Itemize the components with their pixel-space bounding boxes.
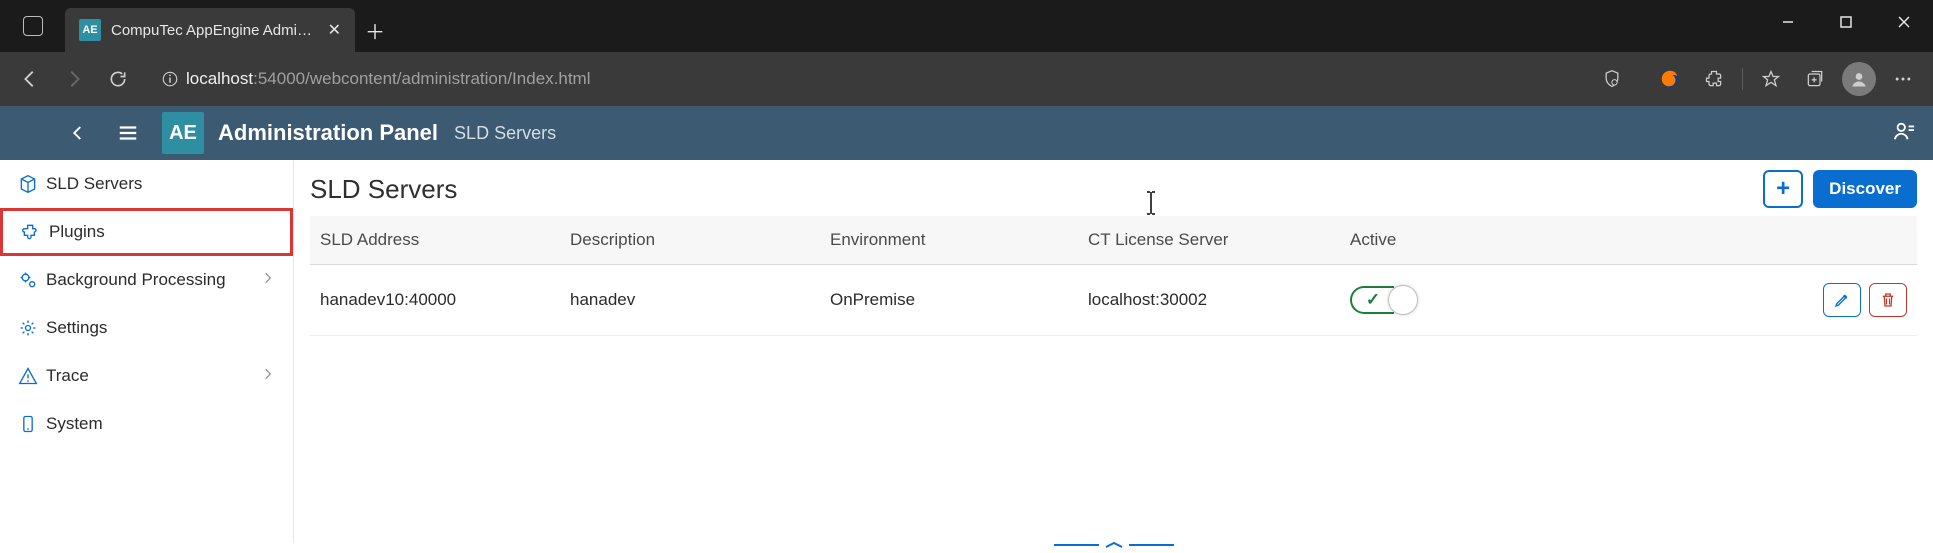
toggle-knob [1388, 285, 1418, 315]
cell-ct-license-server: localhost:30002 [1078, 272, 1340, 328]
sidebar-item-label: System [46, 414, 275, 434]
sidebar-item-label: Settings [46, 318, 275, 338]
sidebar-item-trace[interactable]: Trace [0, 352, 293, 400]
address-bar[interactable]: localhost:54000/webcontent/administratio… [148, 59, 1640, 99]
add-button[interactable]: + [1763, 170, 1803, 208]
sidebar: SLD Servers Plugins Background Processin… [0, 160, 294, 543]
window-minimize-button[interactable] [1759, 0, 1817, 44]
nav-back-button[interactable] [8, 57, 52, 101]
window-maximize-button[interactable] [1817, 0, 1875, 44]
sidebar-item-label: SLD Servers [46, 174, 275, 194]
app-title: Administration Panel [218, 120, 438, 146]
app-logo: AE [162, 112, 204, 154]
browser-titlebar: AE CompuTec AppEngine Administr ✕ ＋ [0, 0, 1933, 52]
cell-sld-address: hanadev10:40000 [310, 272, 560, 328]
column-sld-address[interactable]: SLD Address [310, 216, 560, 264]
pencil-icon [1833, 291, 1851, 309]
more-menu-icon[interactable] [1881, 57, 1925, 101]
discover-button[interactable]: Discover [1813, 170, 1917, 208]
column-ct-license-server[interactable]: CT License Server [1078, 216, 1340, 264]
address-url: localhost:54000/webcontent/administratio… [186, 69, 1590, 89]
chevron-right-icon [261, 270, 275, 290]
warning-icon [18, 366, 46, 386]
table-header: SLD Address Description Environment CT L… [310, 216, 1917, 265]
cell-environment: OnPremise [820, 272, 1078, 328]
column-active[interactable]: Active [1340, 216, 1480, 264]
device-icon [18, 414, 46, 434]
sidebar-item-background-processing[interactable]: Background Processing [0, 256, 293, 304]
profile-avatar[interactable] [1837, 57, 1881, 101]
new-tab-button[interactable]: ＋ [355, 8, 395, 52]
sidebar-item-label: Plugins [49, 222, 272, 242]
tab-actions-button[interactable] [0, 0, 65, 52]
delete-button[interactable] [1869, 283, 1907, 317]
panel-expand-handle[interactable] [1044, 535, 1184, 541]
trash-icon [1879, 291, 1897, 309]
nav-forward-button[interactable] [52, 57, 96, 101]
browser-toolbar: localhost:54000/webcontent/administratio… [0, 52, 1933, 106]
tab-close-icon[interactable]: ✕ [328, 20, 341, 40]
column-description[interactable]: Description [560, 216, 820, 264]
site-info-icon[interactable] [154, 63, 186, 95]
browser-tab[interactable]: AE CompuTec AppEngine Administr ✕ [65, 8, 355, 52]
collections-icon[interactable] [1793, 57, 1837, 101]
page-title: SLD Servers [310, 174, 457, 205]
column-environment[interactable]: Environment [820, 216, 1078, 264]
sidebar-item-label: Trace [46, 366, 261, 386]
cell-description: hanadev [560, 272, 820, 328]
app-back-button[interactable] [62, 124, 94, 142]
sidebar-item-system[interactable]: System [0, 400, 293, 448]
app-header: AE Administration Panel SLD Servers [0, 106, 1933, 160]
sld-servers-table: SLD Address Description Environment CT L… [310, 216, 1917, 336]
toolbar-divider [1742, 68, 1743, 90]
user-menu-icon[interactable] [1893, 120, 1915, 147]
sidebar-item-label: Background Processing [46, 270, 261, 290]
tab-favicon: AE [79, 19, 101, 41]
gears-icon [18, 270, 46, 290]
table-row[interactable]: hanadev10:40000 hanadev OnPremise localh… [310, 265, 1917, 336]
tracking-prevention-icon[interactable] [1590, 57, 1634, 101]
active-toggle[interactable]: ✓ [1350, 285, 1420, 315]
hamburger-menu-icon[interactable] [112, 122, 144, 144]
extensions-icon[interactable] [1692, 57, 1736, 101]
window-close-button[interactable] [1875, 0, 1933, 44]
puzzle-icon [21, 222, 49, 242]
main-content: SLD Servers + Discover SLD Address Descr… [294, 160, 1933, 543]
sidebar-item-plugins[interactable]: Plugins [0, 208, 293, 256]
sidebar-item-settings[interactable]: Settings [0, 304, 293, 352]
chevron-right-icon [261, 366, 275, 386]
sidebar-item-sld-servers[interactable]: SLD Servers [0, 160, 293, 208]
nav-refresh-button[interactable] [96, 57, 140, 101]
firefox-icon[interactable] [1648, 57, 1692, 101]
tab-title: CompuTec AppEngine Administr [111, 22, 318, 39]
gear-icon [18, 318, 46, 338]
breadcrumb: SLD Servers [454, 123, 556, 144]
favorites-icon[interactable] [1749, 57, 1793, 101]
cube-icon [18, 174, 46, 194]
edit-button[interactable] [1823, 283, 1861, 317]
